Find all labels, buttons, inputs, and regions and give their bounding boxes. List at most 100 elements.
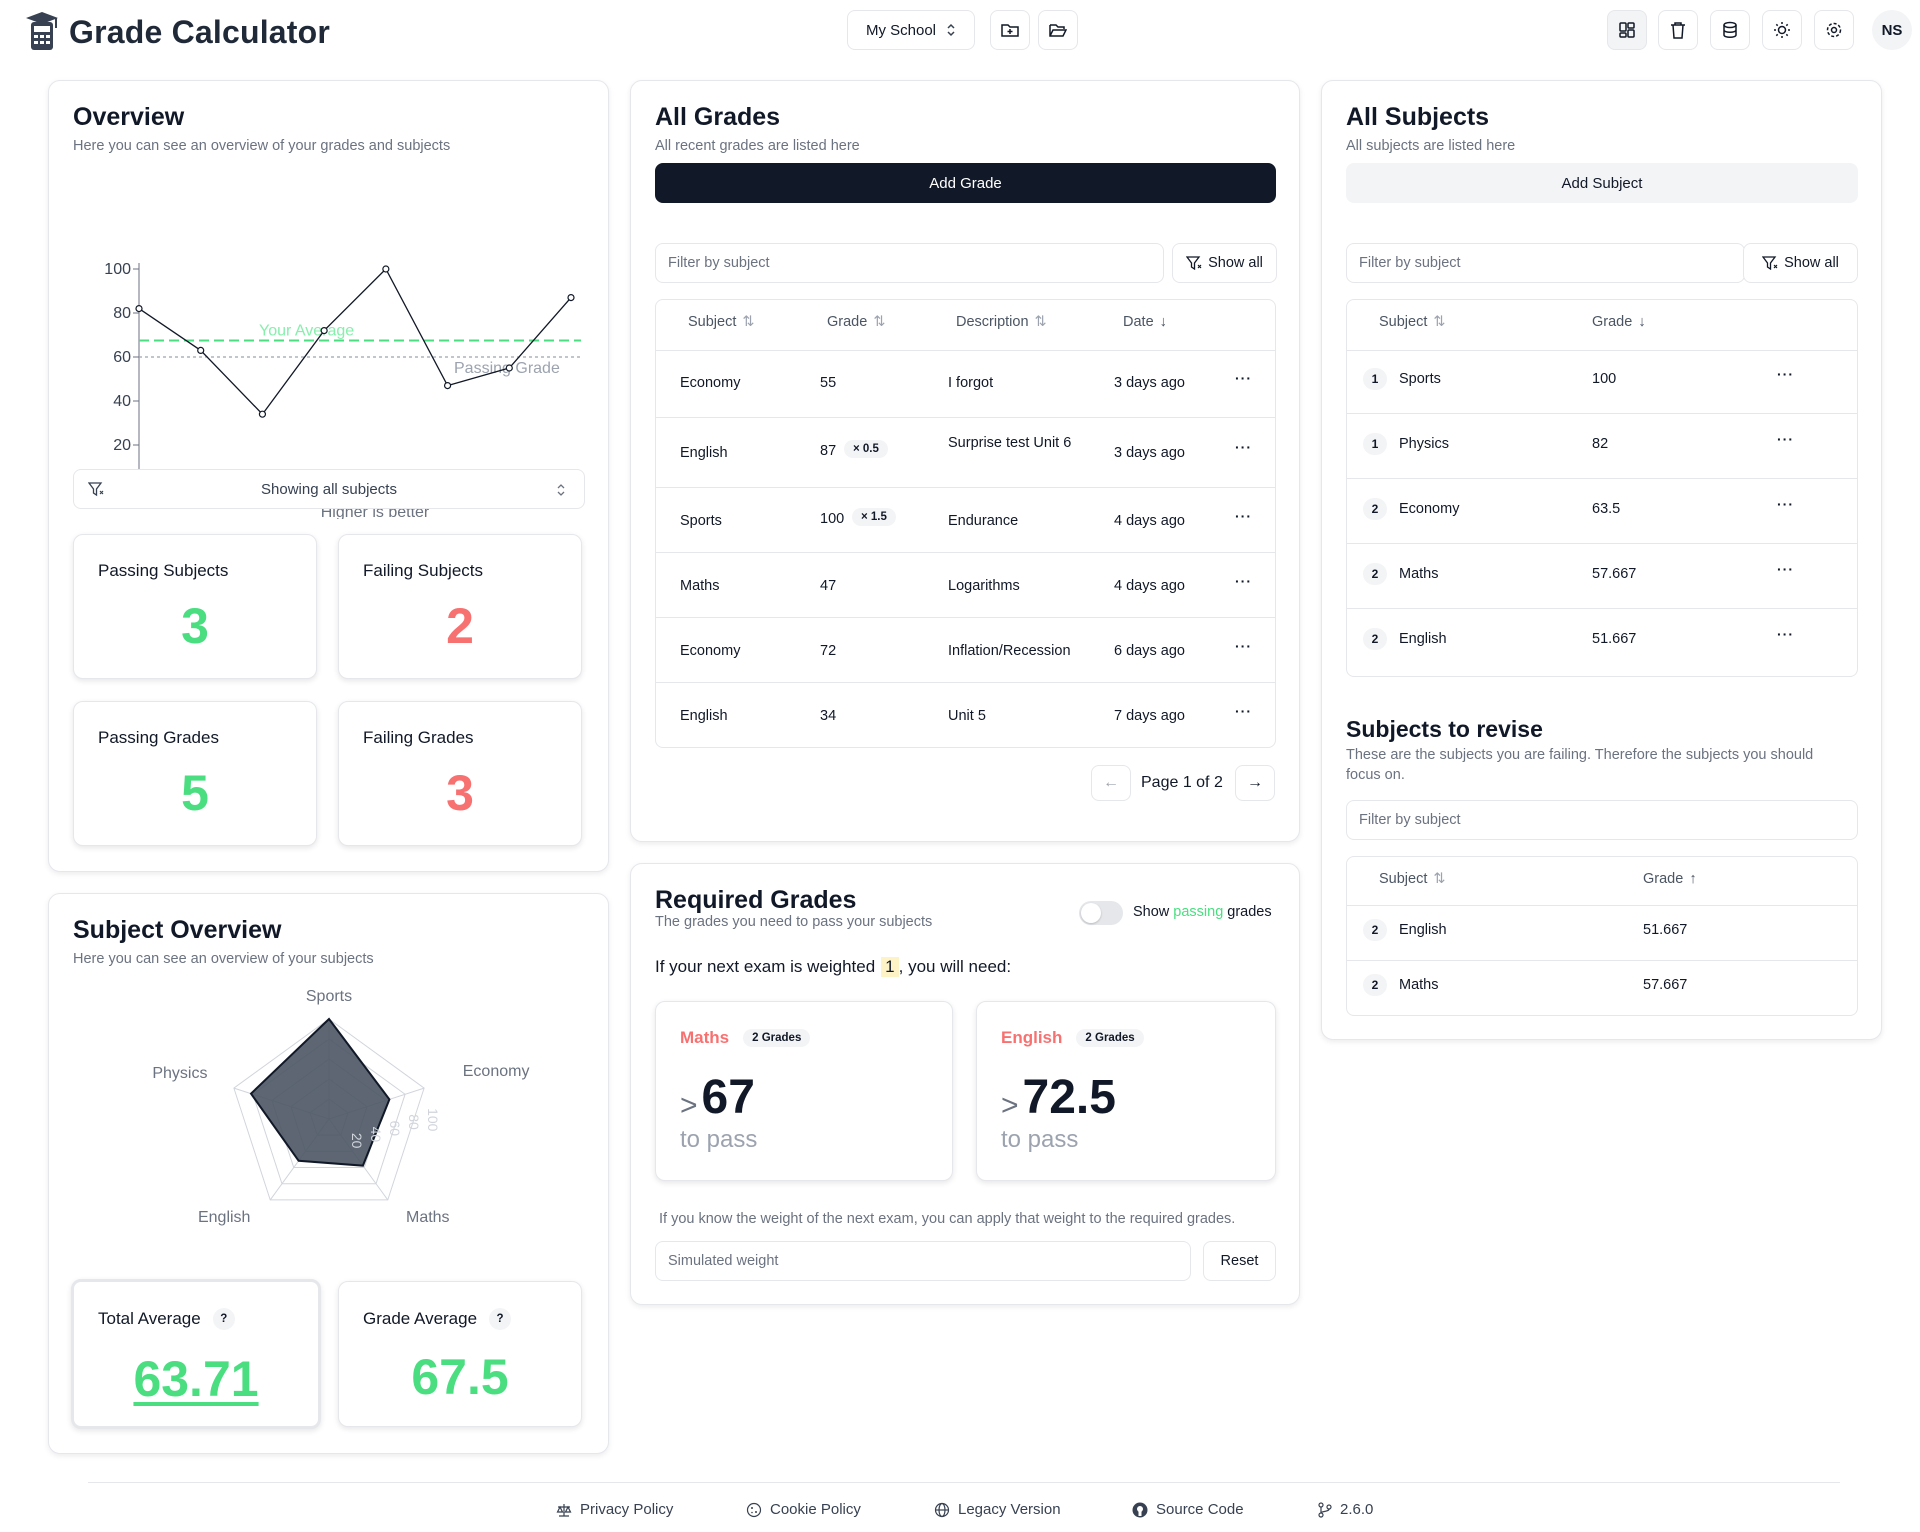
help-icon[interactable]: ?: [212, 1308, 235, 1330]
average-line-label: Your Average: [259, 323, 354, 340]
delete-button[interactable]: [1658, 10, 1698, 50]
legacy-version-link[interactable]: Legacy Version: [934, 1501, 1061, 1518]
privacy-policy-link[interactable]: Privacy Policy: [556, 1501, 673, 1518]
total-average-stat: Total Average ? 63.71: [71, 1279, 321, 1429]
version-link[interactable]: 2.6.0: [1318, 1501, 1373, 1518]
col-date-header[interactable]: Date ↓: [1123, 314, 1167, 330]
row-actions-icon[interactable]: ···: [1235, 439, 1252, 455]
row-actions-icon[interactable]: ···: [1777, 496, 1794, 512]
folder-open-icon: [1049, 22, 1067, 38]
subjects-show-all-button[interactable]: Show all: [1743, 243, 1858, 283]
col-subject-header[interactable]: Subject ⇅: [1379, 314, 1446, 330]
reset-button[interactable]: Reset: [1203, 1241, 1276, 1281]
row-actions-icon[interactable]: ···: [1235, 703, 1252, 719]
radar-axis-label: Physics: [152, 1065, 207, 1082]
col-subject-header[interactable]: Subject ⇅: [1379, 871, 1446, 887]
revise-filter-input[interactable]: Filter by subject: [1346, 800, 1858, 840]
all-grades-subtitle: All recent grades are listed here: [655, 138, 860, 154]
calculator-logo-icon: [24, 10, 60, 52]
revise-table: Subject ⇅ Grade ↑ 2 English 51.667 2 Maths…: [1346, 856, 1858, 1016]
add-folder-button[interactable]: [990, 10, 1030, 50]
subject-name: English: [1399, 922, 1447, 938]
row-actions-icon[interactable]: ···: [1235, 370, 1252, 386]
add-subject-button[interactable]: Add Subject: [1346, 163, 1858, 203]
row-actions-icon[interactable]: ···: [1235, 638, 1252, 654]
top-bar: Grade Calculator My School NS: [0, 0, 1920, 62]
failing-grades-label: Failing Grades: [363, 728, 474, 747]
revise-subtitle: These are the subjects you are failing. …: [1346, 747, 1814, 783]
row-actions-icon[interactable]: ···: [1235, 573, 1252, 589]
next-page-button[interactable]: →: [1235, 765, 1275, 801]
show-passing-toggle[interactable]: [1079, 901, 1123, 925]
data-button[interactable]: [1710, 10, 1750, 50]
radar-tick-label: 60: [387, 1120, 403, 1136]
subject-name: Physics: [1399, 436, 1449, 452]
help-icon[interactable]: ?: [489, 1308, 512, 1330]
row-actions-icon[interactable]: ···: [1777, 366, 1794, 382]
failing-subjects-label: Failing Subjects: [363, 561, 484, 580]
revise-title: Subjects to revise: [1346, 716, 1543, 742]
database-icon: [1722, 21, 1738, 39]
grade-subject: Sports: [680, 513, 722, 529]
subject-grade: 51.667: [1592, 631, 1637, 647]
col-description-header[interactable]: Description ⇅: [956, 314, 1047, 330]
git-branch-icon: [1318, 1501, 1332, 1518]
dashboard-view-button[interactable]: [1607, 10, 1647, 50]
weight-value: 1: [881, 957, 899, 977]
add-grade-button[interactable]: Add Grade: [655, 163, 1276, 203]
grades-show-all-button[interactable]: Show all: [1172, 243, 1277, 283]
filter-icon: [1186, 256, 1202, 270]
col-grade-header[interactable]: Grade ↓: [1592, 314, 1646, 330]
overview-card: Overview Here you can see an overview of…: [48, 80, 609, 872]
grade-average-stat: Grade Average ? 67.5: [338, 1281, 582, 1427]
subject-grade: 51.667: [1643, 922, 1688, 938]
sort-icon: ⇅: [742, 314, 755, 330]
grade-subject: Economy: [680, 643, 741, 659]
grade-description: Surprise test Unit 6: [948, 435, 1072, 451]
source-code-link[interactable]: Source Code: [1132, 1501, 1244, 1518]
overview-subtitle: Here you can see an overview of your gra…: [73, 138, 451, 154]
required-subject: English: [1001, 1028, 1063, 1047]
grade-count-badge: 2 Grades: [743, 1029, 811, 1047]
subject-name: Economy: [1399, 501, 1460, 517]
cookie-icon: [746, 1502, 762, 1518]
grades-filter-input[interactable]: Filter by subject: [655, 243, 1164, 283]
subject-grade: 82: [1592, 436, 1609, 452]
col-grade-header[interactable]: Grade ↑: [1643, 871, 1697, 887]
rank-badge: 1: [1363, 368, 1387, 390]
all-subjects-title: All Subjects: [1346, 103, 1490, 131]
gear-icon: [1825, 21, 1843, 39]
row-actions-icon[interactable]: ···: [1777, 626, 1794, 642]
grade-count-badge: 2 Grades: [1076, 1029, 1144, 1047]
weight-hint: If you know the weight of the next exam,…: [659, 1211, 1236, 1227]
school-select[interactable]: My School: [847, 10, 975, 50]
grade-description: Unit 5: [948, 708, 986, 724]
row-actions-icon[interactable]: ···: [1235, 508, 1252, 524]
grade-value: 34: [820, 708, 837, 724]
filter-icon: [1762, 256, 1778, 270]
col-subject-header[interactable]: Subject ⇅: [688, 314, 755, 330]
subject-name: Maths: [1399, 566, 1439, 582]
prev-page-button[interactable]: ←: [1091, 765, 1131, 801]
theme-toggle-button[interactable]: [1762, 10, 1802, 50]
all-subjects-subtitle: All subjects are listed here: [1346, 138, 1516, 154]
y-tick-label: 40: [113, 393, 131, 410]
open-folder-button[interactable]: [1038, 10, 1078, 50]
cookie-policy-link[interactable]: Cookie Policy: [746, 1501, 861, 1518]
grade-point: [135, 305, 143, 313]
row-actions-icon[interactable]: ···: [1777, 431, 1794, 447]
settings-button[interactable]: [1814, 10, 1854, 50]
simulated-weight-input[interactable]: Simulated weight: [655, 1241, 1191, 1281]
failing-grades-stat: Failing Grades 3: [338, 701, 582, 846]
row-actions-icon[interactable]: ···: [1777, 561, 1794, 577]
subject-filter-select[interactable]: Showing all subjects: [73, 469, 585, 509]
grade-value: 55: [820, 375, 837, 391]
rank-badge: 2: [1363, 974, 1387, 996]
col-grade-header[interactable]: Grade ⇅: [827, 314, 885, 330]
subjects-filter-input[interactable]: Filter by subject: [1346, 243, 1745, 283]
passing-grades-label: Passing Grades: [98, 728, 219, 747]
user-avatar[interactable]: NS: [1872, 10, 1912, 50]
required-grade-card-maths: Maths 2 Grades > 67 to pass: [655, 1001, 953, 1181]
rank-badge: 1: [1363, 433, 1387, 455]
pagination-label: Page 1 of 2: [1141, 774, 1223, 791]
